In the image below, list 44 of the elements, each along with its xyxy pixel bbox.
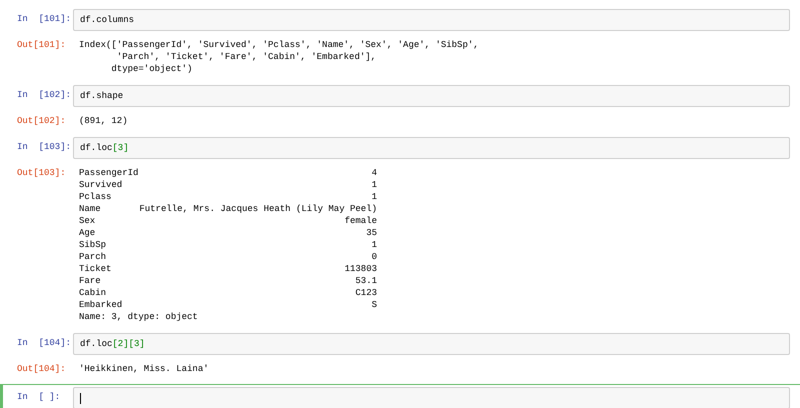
output-text: Index(['PassengerId', 'Survived', 'Pclass', 'Name', 'Sex', 'Age', 'SibSp', 'Parch', 'Ticket', 'Fare', 'Cabin', 'Embarked'], dtype='object') — [78, 39, 479, 75]
output-prompt: Out[103]: — [16, 167, 67, 179]
input-prompt: In [103]: — [16, 141, 72, 154]
series-value: 1 — [370, 179, 377, 191]
output-text: 'Heikkinen, Miss. Laina' — [78, 363, 209, 375]
input-prompt: In [104]: — [16, 337, 72, 350]
code-input[interactable] — [73, 387, 790, 408]
output-prompt: Out[102]: — [16, 115, 67, 127]
series-label: Ticket — [79, 263, 112, 275]
series-value: S — [370, 299, 377, 311]
input-prompt: In [102]: — [16, 89, 72, 102]
output-prompt: Out[101]: — [16, 39, 67, 51]
series-label: Sex — [79, 215, 96, 227]
series-label: Survived — [79, 179, 124, 191]
input-prompt: In [101]: — [16, 13, 72, 26]
series-label: Name — [79, 203, 102, 215]
code-input[interactable]: df.loc[3] — [73, 137, 790, 159]
series-label: Age — [79, 227, 96, 239]
series-label: Embarked — [79, 299, 124, 311]
output-text: (891, 12) — [78, 115, 128, 127]
output-prompt: Out[104]: — [16, 363, 67, 375]
series-value: female — [344, 215, 377, 227]
series-label: Pclass — [79, 191, 112, 203]
series-value: 113803 — [344, 263, 377, 275]
code-input[interactable]: df.columns — [73, 9, 790, 31]
series-value: Futrelle, Mrs. Jacques Heath (Lily May Peel) — [138, 203, 377, 215]
series-value: 1 — [370, 239, 377, 251]
series-label: Fare — [79, 275, 102, 287]
series-label: Parch — [79, 251, 108, 263]
series-label: PassengerId — [79, 167, 139, 179]
code-input[interactable]: df.shape — [73, 85, 790, 107]
series-label: Cabin — [79, 287, 108, 299]
series-value: C123 — [354, 287, 377, 299]
selected-cell[interactable]: In [ ]: — [0, 384, 800, 408]
code-input[interactable]: df.loc[2][3] — [73, 333, 790, 355]
series-label: SibSp — [79, 239, 108, 251]
text-cursor — [80, 392, 81, 404]
series-value: 0 — [370, 251, 377, 263]
series-value: 53.1 — [354, 275, 377, 287]
series-value: 1 — [370, 191, 377, 203]
input-prompt: In [ ]: — [16, 391, 62, 404]
series-value: 4 — [370, 167, 377, 179]
series-value: 35 — [365, 227, 377, 239]
series-footer: Name: 3, dtype: object — [79, 311, 377, 323]
